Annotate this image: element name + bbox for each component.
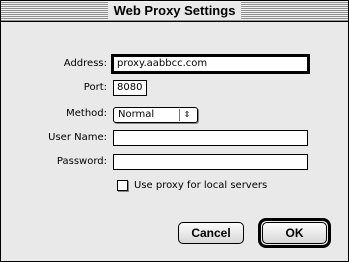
method-selected-value: Normal [118, 109, 155, 120]
title-bar[interactable]: Web Proxy Settings [1, 1, 348, 22]
method-label: Method: [66, 108, 107, 119]
port-field[interactable]: 8080 [113, 80, 147, 96]
username-label: User Name: [48, 132, 107, 143]
ok-button[interactable]: OK [262, 222, 327, 244]
cancel-button[interactable]: Cancel [178, 222, 244, 244]
address-label: Address: [63, 58, 107, 69]
local-proxy-checkbox-label[interactable]: Use proxy for local servers [134, 180, 267, 191]
proxy-settings-dialog: Web Proxy Settings Address: proxy.aabbcc… [0, 0, 349, 262]
address-field[interactable]: proxy.aabbcc.com [111, 54, 310, 74]
password-label: Password: [56, 156, 107, 167]
username-field[interactable] [113, 130, 308, 146]
password-field[interactable] [113, 154, 308, 170]
local-proxy-checkbox[interactable] [117, 180, 128, 191]
method-popup[interactable]: Normal ⇕ [113, 107, 198, 123]
dialog-title: Web Proxy Settings [107, 2, 242, 20]
up-down-arrows-icon: ⇕ [179, 109, 194, 121]
port-label: Port: [83, 82, 107, 93]
